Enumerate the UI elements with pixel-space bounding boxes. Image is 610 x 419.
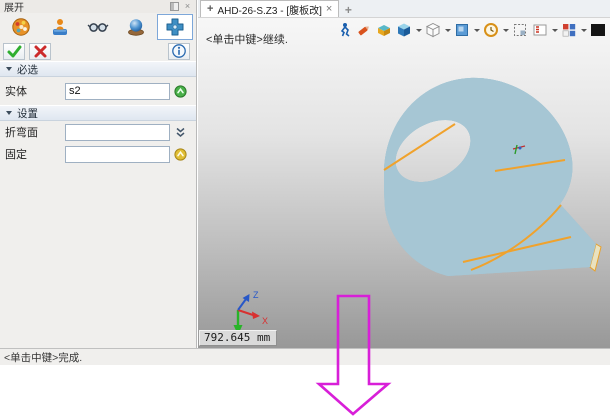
- tab-close-icon[interactable]: ×: [326, 4, 332, 14]
- app-window: 展开 ×: [0, 0, 610, 419]
- bend-face-label: 折弯面: [5, 124, 65, 140]
- section-settings[interactable]: 设置: [0, 105, 196, 121]
- active-document-tab[interactable]: + AHD-26-S.Z3 - [腹板改] ×: [200, 0, 339, 17]
- bend-face-field-row: 折弯面: [0, 121, 196, 143]
- fixed-label: 固定: [5, 146, 65, 162]
- palette-icon[interactable]: [3, 14, 39, 40]
- tab-title: AHD-26-S.Z3 - [腹板改]: [217, 2, 321, 17]
- main-area: + AHD-26-S.Z3 - [腹板改] × +: [198, 0, 610, 348]
- entity-label: 实体: [5, 83, 65, 99]
- z-axis-label: Z: [253, 290, 259, 300]
- status-message: <单击中键>完成.: [4, 350, 82, 365]
- fixed-pick-icon[interactable]: [170, 147, 191, 162]
- collapse-triangle-icon: [6, 111, 12, 115]
- status-bar: <单击中键>完成.: [0, 348, 610, 365]
- dialog-titlebar: 展开 ×: [0, 0, 196, 13]
- section-required[interactable]: 必选: [0, 61, 196, 77]
- dialog-title: 展开: [4, 0, 24, 14]
- bend-face-input[interactable]: [65, 124, 170, 141]
- dialog-confirm-row: [0, 41, 196, 61]
- x-axis-arrow: [252, 312, 260, 320]
- section-required-label: 必选: [17, 62, 38, 77]
- document-tab-bar: + AHD-26-S.Z3 - [腹板改] × +: [198, 0, 610, 18]
- info-button[interactable]: [168, 43, 190, 60]
- dimension-readout: 792.645 mm: [199, 330, 277, 346]
- cancel-button[interactable]: [29, 43, 51, 60]
- sphere-icon[interactable]: [118, 14, 154, 40]
- fixed-input[interactable]: [65, 146, 170, 163]
- ok-button[interactable]: [3, 43, 25, 60]
- stamp-icon[interactable]: [42, 14, 78, 40]
- section-settings-label: 设置: [17, 106, 38, 121]
- x-axis-label: X: [262, 316, 268, 326]
- model-body[interactable]: [384, 78, 601, 276]
- glasses-icon[interactable]: [80, 14, 116, 40]
- double-chevron-down-icon[interactable]: [170, 126, 191, 139]
- panel-empty-area: [0, 165, 196, 348]
- dialog-close-icon[interactable]: ×: [183, 2, 192, 11]
- entity-pick-icon[interactable]: [170, 84, 191, 99]
- entity-input[interactable]: [65, 83, 170, 100]
- 3d-viewport[interactable]: <单击中键>继续.: [198, 18, 610, 348]
- entity-field-row: 实体: [0, 77, 196, 105]
- new-tab-button[interactable]: +: [339, 2, 357, 17]
- dialog-toolbar: [0, 13, 196, 41]
- collapse-triangle-icon: [6, 67, 12, 71]
- fixed-field-row: 固定: [0, 143, 196, 165]
- unfold-dialog: 展开 ×: [0, 0, 197, 348]
- flange-cross-icon[interactable]: [157, 14, 193, 40]
- tab-file-icon: +: [207, 3, 213, 15]
- dock-icon[interactable]: [170, 2, 179, 11]
- annotation-down-arrow: [310, 293, 398, 419]
